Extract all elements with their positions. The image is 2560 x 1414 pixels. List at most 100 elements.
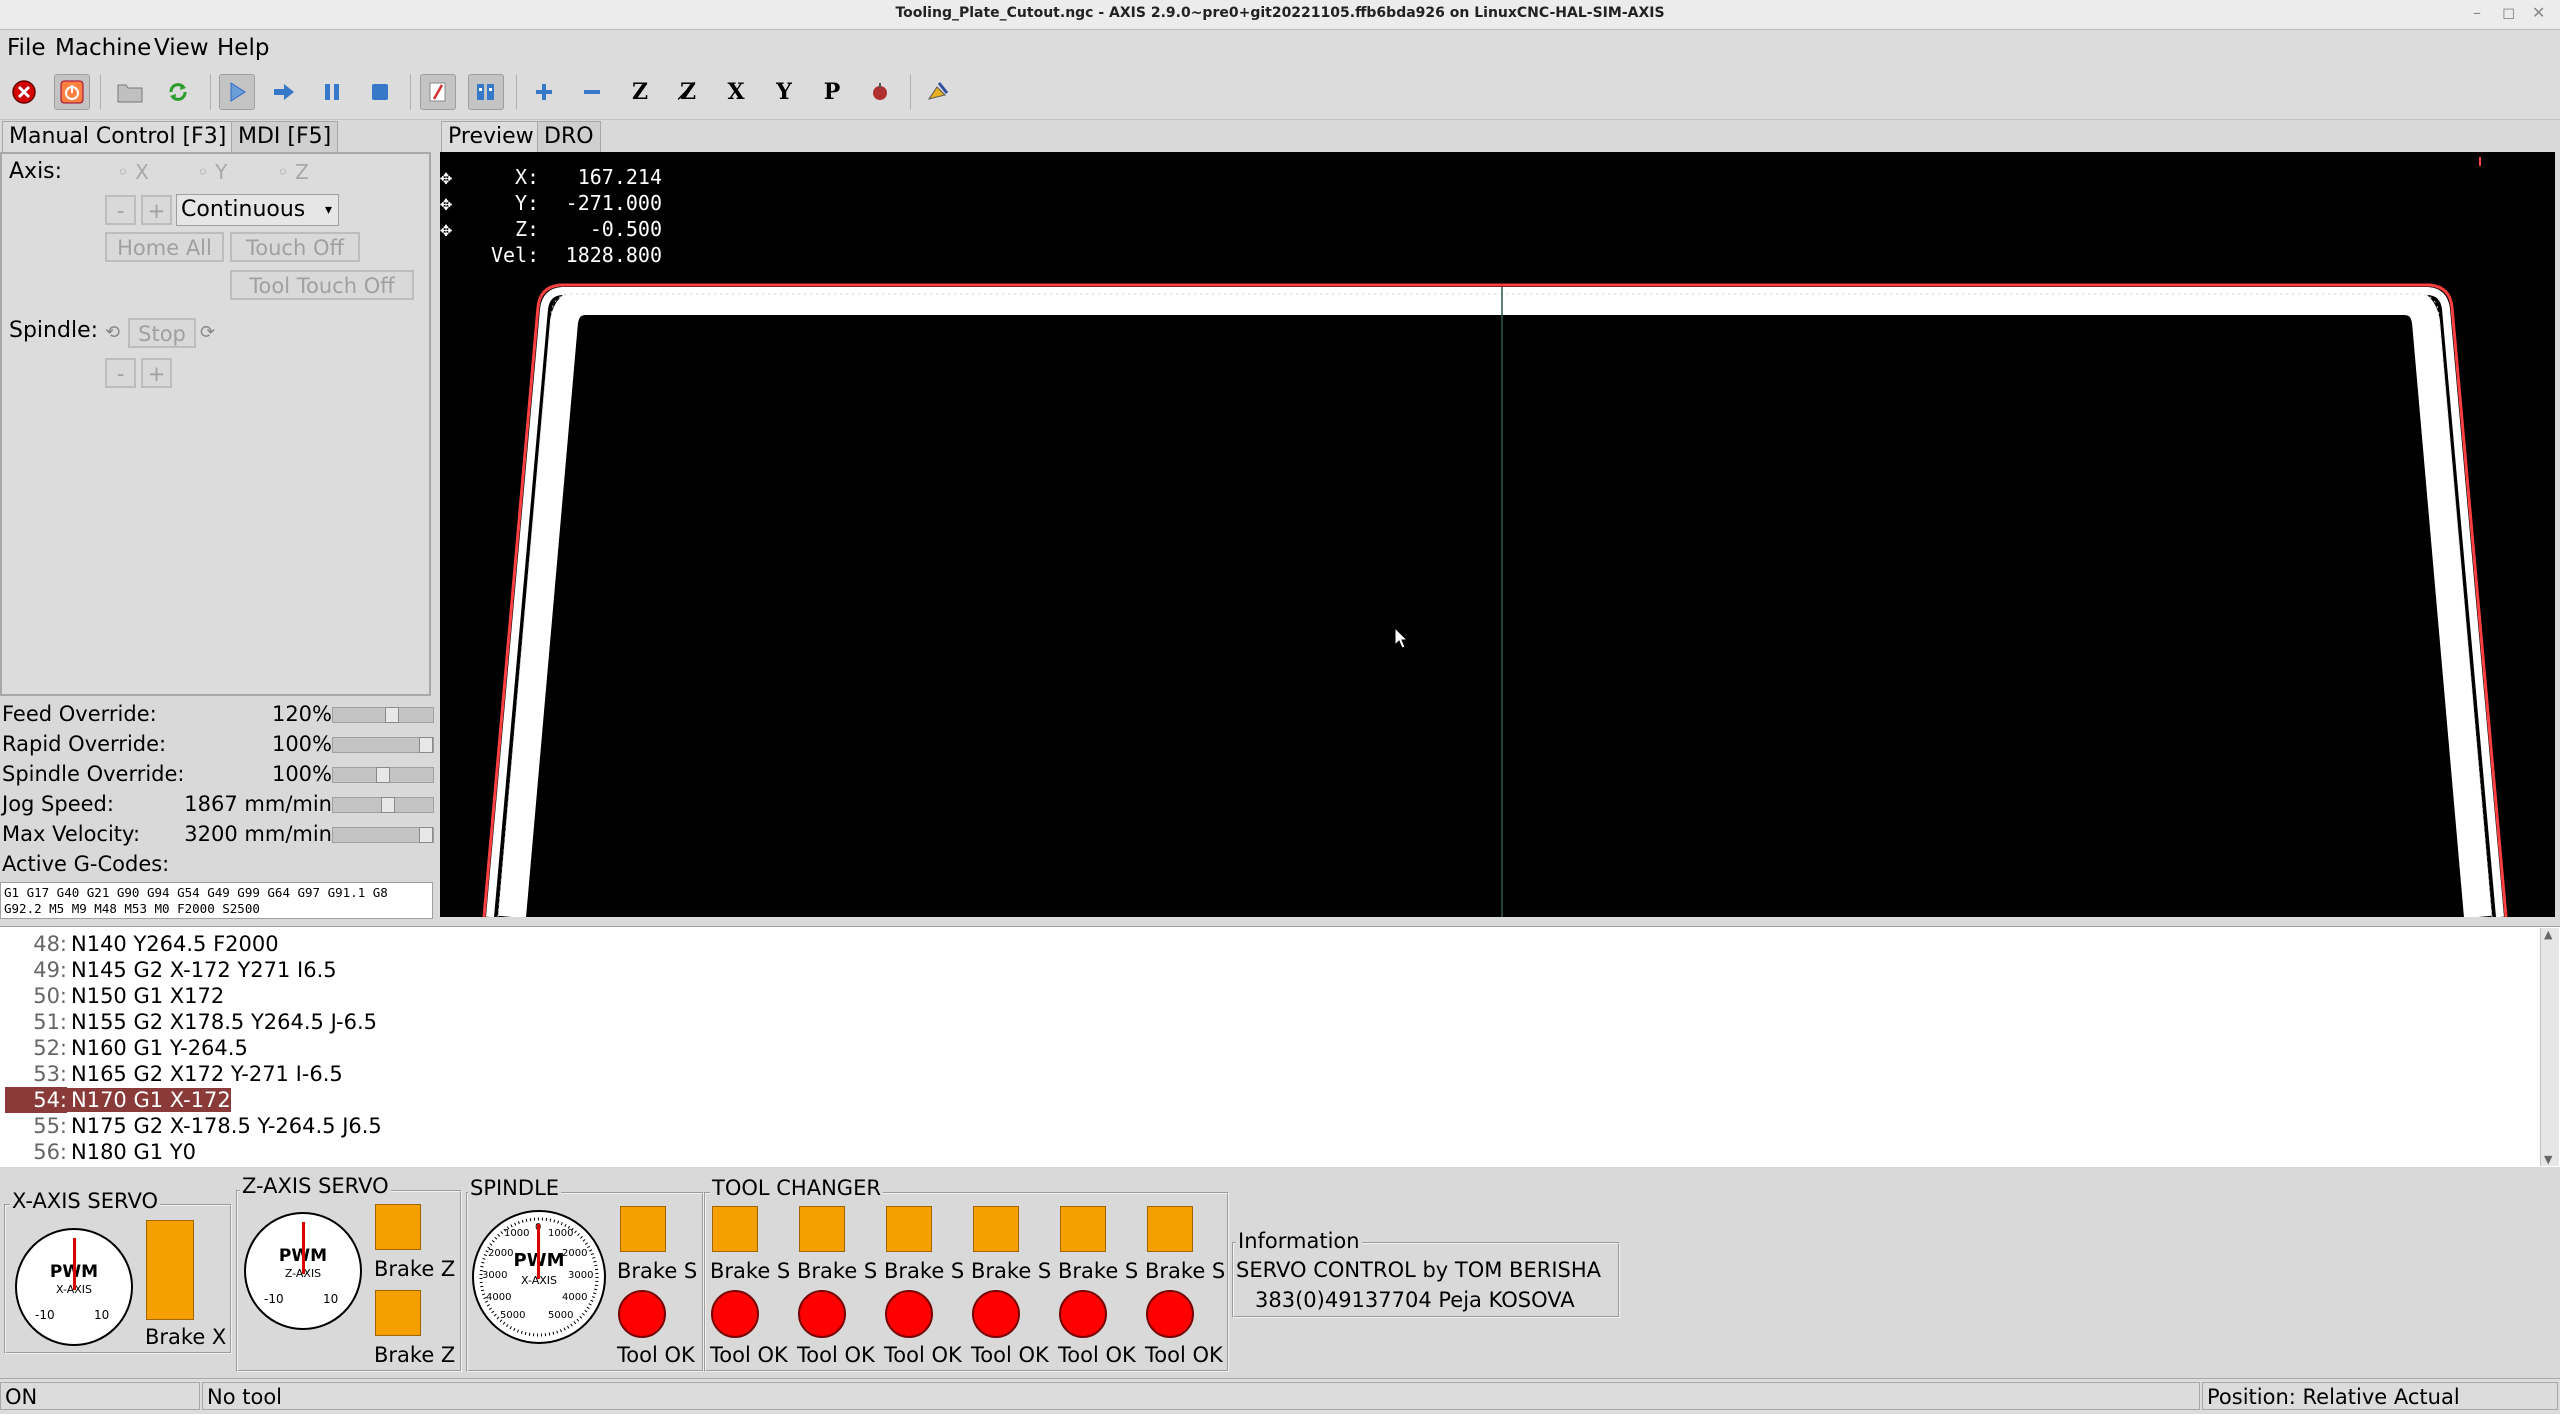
line-number: 55: [33,1114,67,1138]
scroll-up-icon: ▲ [2544,928,2553,941]
status-bar: ON No tool Position: Relative Actual [0,1378,2560,1414]
line-number: 49: [33,958,67,982]
view-z-button[interactable]: Z [622,74,658,110]
jog-mode-select[interactable]: Continuous ▾ [176,194,339,226]
active-gcodes-line1: G1 G17 G40 G21 G90 G94 G54 G49 G99 G64 G… [4,885,388,900]
gcode-line[interactable]: 55: N175 G2 X-178.5 Y-264.5 J6.5 [5,1113,382,1139]
jog-plus-button[interactable]: + [141,195,172,225]
toolpath-preview[interactable]: ✥ X: 167.214 ✥ Y: -271.000 ✥ Z: -0.500 Vel: 182… [440,152,2555,917]
view-y-button[interactable]: Y [766,74,802,110]
gcode-line[interactable]: 51: N155 G2 X178.5 Y264.5 J-6.5 [5,1009,377,1035]
spindle-plus-button[interactable]: + [141,358,172,388]
close-icon[interactable]: ✕ [2532,3,2545,22]
zoom-in-button[interactable] [526,74,562,110]
brake-x-led [146,1220,194,1320]
gauge-needle [73,1238,76,1290]
max-velocity-slider[interactable] [332,827,434,843]
slider-knob[interactable] [419,827,433,843]
touch-off-button[interactable]: Touch Off [230,232,360,262]
x-servo-title: X-AXIS SERVO [10,1189,160,1213]
spindle-override-slider[interactable] [332,767,434,783]
spindle-minus-button[interactable]: - [105,358,136,388]
machine-power-button[interactable] [54,74,90,110]
spindle-brake-label: Brake S [617,1259,698,1283]
slider-knob[interactable] [385,707,399,723]
view-p-button[interactable]: P [814,74,850,110]
z-servo-title: Z-AXIS SERVO [240,1174,391,1198]
minimize-icon[interactable]: – [2473,3,2481,22]
view-x-button[interactable]: X [718,74,754,110]
tool-changer-brake-label: Brake S [797,1259,878,1283]
listing-scrollbar[interactable]: ▲ ▼ [2540,928,2559,1166]
tab-mdi[interactable]: MDI [F5] [231,121,339,152]
tool-touch-off-button[interactable]: Tool Touch Off [230,270,414,300]
jog-minus-button[interactable]: - [105,195,136,225]
slider-knob[interactable] [381,797,395,813]
max-velocity-row: Max Velocity: 3200 mm/min [2,822,332,846]
slider-knob[interactable] [376,767,390,783]
axis-y-radio[interactable]: ◦ Y [197,160,227,184]
reload-file-button[interactable] [160,74,196,110]
open-file-button[interactable] [112,74,148,110]
rotate-view-button[interactable] [862,74,898,110]
view-x-icon: X [727,79,745,105]
zoom-out-icon [584,90,600,94]
reload-icon [169,83,187,101]
pause-button[interactable] [314,74,350,110]
gcode-line[interactable]: 49: N145 G2 X-172 Y271 I6.5 [5,957,336,983]
max-velocity-value: 3200 mm/min [184,822,332,846]
step-button[interactable] [266,74,302,110]
gauge-needle [537,1224,540,1279]
gauge-tick: 3000 [482,1270,508,1281]
tab-preview[interactable]: Preview [441,121,541,152]
stop-button[interactable] [362,74,398,110]
tab-manual-control[interactable]: Manual Control [F3] [2,121,234,152]
menu-machine[interactable]: Machine [55,35,151,61]
axis-z-radio[interactable]: ◦ Z [277,160,309,184]
tab-dro[interactable]: DRO [537,121,601,152]
tool-changer-brake-led [1060,1206,1106,1252]
zoom-out-button[interactable] [574,74,610,110]
gcode-line[interactable]: 52: N160 G1 Y-264.5 [5,1035,248,1061]
axis-x-radio[interactable]: ◦ X [117,160,149,184]
spindle-title: SPINDLE [468,1176,562,1200]
optional-stop-button[interactable] [468,74,504,110]
gcode-line[interactable]: 56: N180 G1 Y0 [5,1139,196,1165]
toolpath-plot [482,157,2508,917]
window-title: Tooling_Plate_Cutout.ngc - AXIS 2.9.0~pr… [895,5,1665,21]
gcode-listing[interactable]: 48: N140 Y264.5 F2000 49: N145 G2 X-172 Y27… [0,926,2560,1167]
rapid-override-slider[interactable] [332,737,434,753]
estop-button[interactable] [6,74,42,110]
gcode-line[interactable]: 50: N150 G1 X172 [5,983,224,1009]
block-delete-icon [429,82,446,102]
gcode-line[interactable]: 53: N165 G2 X172 Y-271 I-6.5 [5,1061,343,1087]
run-button[interactable] [219,74,255,110]
feed-override-label: Feed Override: [2,702,157,726]
menu-file[interactable]: File [7,35,46,61]
view-y-icon: Y [776,79,792,105]
spindle-cw-icon[interactable]: ⟳ [200,322,215,343]
line-text: N175 G2 X-178.5 Y-264.5 J6.5 [71,1114,382,1138]
gcode-line[interactable]: 54: N170 G1 X-172 [5,1087,231,1113]
line-text: N150 G1 X172 [71,984,225,1008]
view-z2-button[interactable]: Z̸ [670,74,706,110]
tool-changer-brake-led [712,1206,758,1252]
tool-changer-brake-label: Brake S [884,1259,965,1283]
feed-override-slider[interactable] [332,707,434,723]
gauge-tick: 4000 [486,1292,512,1303]
spindle-stop-button[interactable]: Stop [128,318,196,348]
power-icon [60,80,84,104]
spindle-ccw-icon[interactable]: ⟲ [105,322,120,343]
menu-view[interactable]: View [154,35,209,61]
maximize-icon[interactable]: ◻ [2502,3,2515,22]
clear-plot-button[interactable] [920,74,956,110]
menu-help[interactable]: Help [217,35,269,61]
home-all-button[interactable]: Home All [105,232,224,262]
block-delete-button[interactable] [420,74,456,110]
gcode-line[interactable]: 48: N140 Y264.5 F2000 [5,931,278,957]
jog-speed-slider[interactable] [332,797,434,813]
spindle-override-label: Spindle Override: [2,762,185,786]
gauge-min: -10 [264,1292,284,1306]
dro-z-label: Z: [515,217,540,241]
slider-knob[interactable] [419,737,433,753]
